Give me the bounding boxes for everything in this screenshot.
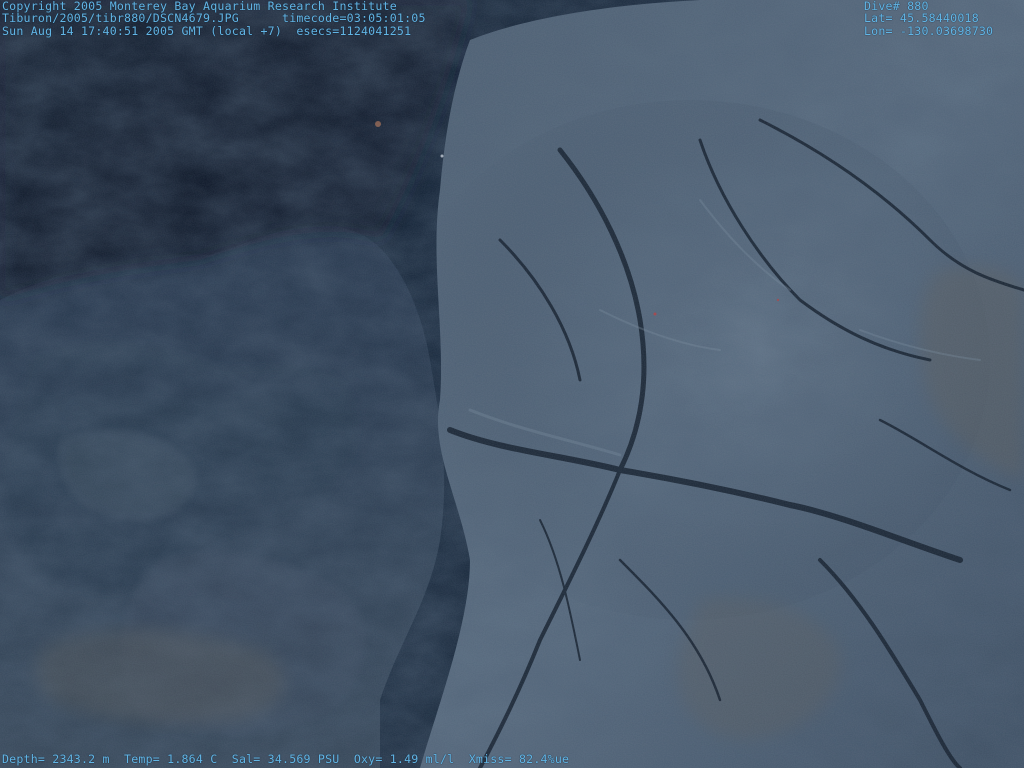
seafloor-photo	[0, 0, 1024, 768]
overlay-top-left: Copyright 2005 Monterey Bay Aquarium Res…	[2, 0, 426, 37]
photo-frame: Copyright 2005 Monterey Bay Aquarium Res…	[0, 0, 1024, 768]
overlay-sensor-readout: Depth= 2343.2 m Temp= 1.864 C Sal= 34.56…	[2, 752, 570, 766]
overlay-longitude: Lon= -130.03698730	[864, 23, 994, 38]
overlay-top-right: Dive# 880 Lat= 45.58440018 Lon= -130.036…	[864, 0, 993, 37]
overlay-datetime: Sun Aug 14 17:40:51 2005 GMT (local +7) …	[2, 23, 412, 38]
